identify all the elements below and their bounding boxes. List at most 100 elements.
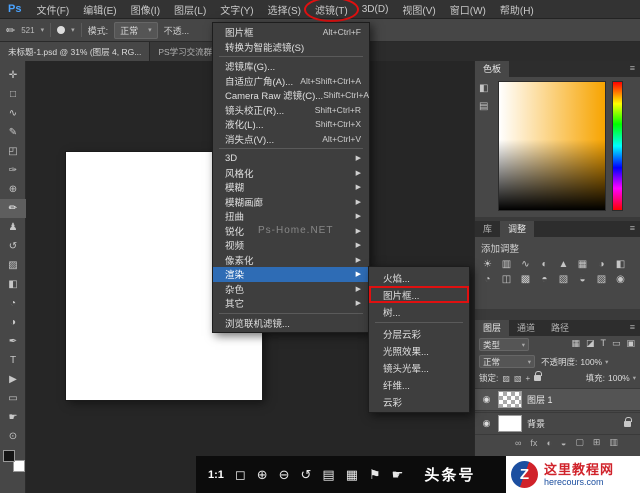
rotate-view-icon[interactable]: ↺ (301, 467, 312, 483)
tool-crop[interactable]: ◰ (0, 142, 26, 161)
filter-menu-item[interactable]: 浏览联机滤镜... (213, 316, 369, 331)
tool-path-select[interactable]: ▶ (0, 370, 26, 389)
mode-select[interactable]: 正常 ▾ (114, 22, 158, 39)
smart-filter-icon[interactable]: ▣ (626, 338, 635, 349)
filter-menu-item[interactable]: 液化(L)... Shift+Ctrl+X (213, 117, 369, 132)
zoom-out-icon[interactable]: ⊖ (279, 467, 290, 483)
adjustment-icon[interactable]: ▩ (516, 272, 535, 287)
layer-mask-icon[interactable]: ◐ (546, 438, 551, 448)
layer-row-layer1[interactable]: ◉ 图层 1 (475, 388, 640, 411)
render-submenu-item[interactable]: 纤维... (369, 376, 469, 393)
layer-thumbnail[interactable] (498, 415, 522, 432)
adjustment-icon[interactable]: ☀ (478, 257, 497, 272)
tool-brush[interactable]: ✏ (0, 199, 26, 218)
adjustment-icon[interactable]: ◐ (535, 257, 554, 272)
document-tab-active[interactable]: 未标题-1.psd @ 31% (图层 4, RG... (0, 42, 150, 61)
adjustment-icon[interactable]: ▥ (497, 257, 516, 272)
menubar-item-image[interactable]: 图像(I) (124, 0, 167, 19)
adjustment-icon[interactable]: ▲ (554, 257, 573, 272)
brush-tip-icon[interactable] (57, 26, 65, 34)
tool-eyedropper[interactable]: ✑ (0, 161, 26, 180)
filter-menu-item[interactable]: 风格化 ▶ (213, 166, 369, 181)
zoom-ratio-label[interactable]: 1:1 (208, 469, 224, 481)
filter-menu-item-last-filter[interactable]: 图片框 Alt+Ctrl+F (213, 25, 369, 40)
render-submenu-item[interactable]: 火焰... (369, 269, 469, 286)
tab-layers[interactable]: 图层 (475, 320, 509, 336)
adjustment-icon[interactable]: ◧ (611, 257, 630, 272)
fill-control[interactable]: 填充: 100% ▾ (586, 372, 636, 384)
layer-effects-icon[interactable]: fx (530, 438, 537, 448)
layer-filter-select[interactable]: 类型 ▾ (479, 338, 529, 351)
adjustment-layer-icon[interactable]: ◒ (561, 438, 566, 448)
tool-pen[interactable]: ✒ (0, 332, 26, 351)
filter-menu-item[interactable]: 转换为智能滤镜(S) (213, 40, 369, 55)
adjustment-icon[interactable]: ▦ (573, 257, 592, 272)
render-submenu-item[interactable]: 光照效果... (369, 342, 469, 359)
menubar-item-help[interactable]: 帮助(H) (493, 0, 541, 19)
type-filter-icon[interactable]: T (600, 338, 606, 349)
layer-group-icon[interactable]: ▢ (575, 437, 584, 448)
tool-gradient[interactable]: ◧ (0, 275, 26, 294)
layer-thumbnail[interactable] (498, 391, 522, 408)
layer-row-background[interactable]: ◉ 背景 (475, 412, 640, 435)
filter-menu-item[interactable]: 模糊 ▶ (213, 180, 369, 195)
menubar-item-layer[interactable]: 图层(L) (167, 0, 213, 19)
tab-channels[interactable]: 通道 (509, 320, 543, 336)
brush-preset-icon[interactable]: ✏ (6, 24, 15, 37)
filter-menu-item[interactable]: Camera Raw 滤镜(C)... Shift+Ctrl+A (213, 88, 369, 103)
filter-menu-item[interactable]: 镜头校正(R)... Shift+Ctrl+R (213, 103, 369, 118)
zoom-in-icon[interactable]: ⊕ (257, 467, 268, 483)
tool-blur[interactable]: ◔ (0, 294, 26, 313)
hand-icon[interactable]: ☛ (392, 467, 404, 483)
tool-history-brush[interactable]: ↺ (0, 237, 26, 256)
filter-menu-item[interactable]: 模糊画廊 ▶ (213, 195, 369, 210)
filter-menu-item-render[interactable]: 渲染 ▶ (213, 267, 369, 282)
menubar-item-select[interactable]: 选择(S) (261, 0, 308, 19)
menubar-item-filter[interactable]: 滤镜(T) (308, 0, 355, 19)
menubar-item-window[interactable]: 窗口(W) (443, 0, 493, 19)
adjustment-icon[interactable]: ▧ (554, 272, 573, 287)
filter-menu-item[interactable]: 扭曲 ▶ (213, 209, 369, 224)
tool-shape[interactable]: ▭ (0, 389, 26, 408)
new-layer-icon[interactable]: ⊞ (593, 437, 601, 448)
render-submenu-item[interactable]: 树... (369, 303, 469, 320)
adjustment-filter-icon[interactable]: ◪ (586, 338, 595, 349)
chevron-down-icon[interactable]: ▾ (41, 26, 45, 34)
adjustment-icon[interactable]: ◒ (573, 272, 592, 287)
lock-transparency-icon[interactable]: ▨ (502, 374, 510, 383)
filter-menu-item[interactable]: 自适应广角(A)... Alt+Shift+Ctrl+A (213, 74, 369, 89)
panel-menu-icon[interactable]: ≡ (630, 61, 640, 77)
filter-menu-item[interactable]: 滤镜库(G)... (213, 59, 369, 74)
chevron-down-icon[interactable]: ▾ (71, 26, 75, 34)
panel-menu-icon[interactable]: ≡ (630, 221, 640, 237)
color-sliders-icon[interactable]: ▤ (479, 101, 488, 112)
render-submenu-item[interactable]: 云彩 (369, 393, 469, 410)
adjustment-icon[interactable]: ◔ (478, 272, 497, 287)
fit-screen-icon[interactable]: ◻ (235, 467, 246, 483)
hue-slider[interactable] (612, 81, 623, 211)
tab-adjustments[interactable]: 调整 (500, 221, 534, 237)
lock-all-icon[interactable] (534, 375, 541, 381)
tool-hand[interactable]: ☛ (0, 408, 26, 427)
adjustment-icon[interactable]: ◉ (611, 272, 630, 287)
save-icon[interactable]: ▤ (322, 467, 334, 483)
adjustment-icon[interactable]: ◓ (535, 272, 554, 287)
filter-menu-item[interactable]: 视频 ▶ (213, 238, 369, 253)
grid-icon[interactable]: ▦ (346, 467, 358, 483)
tab-paths[interactable]: 路径 (543, 320, 577, 336)
tool-eraser[interactable]: ▨ (0, 256, 26, 275)
render-submenu-item[interactable]: 分层云彩 (369, 325, 469, 342)
tool-marquee[interactable]: □ (0, 85, 26, 104)
adjustment-icon[interactable]: ▨ (592, 272, 611, 287)
tool-dodge[interactable]: ◑ (0, 313, 26, 332)
color-cube-icon[interactable]: ◧ (479, 83, 488, 94)
lock-pixels-icon[interactable]: ▧ (514, 374, 522, 383)
menubar-item-view[interactable]: 视图(V) (395, 0, 442, 19)
tool-move[interactable]: ✛ (0, 66, 26, 85)
color-field[interactable] (498, 81, 606, 211)
blend-mode-select[interactable]: 正常 ▾ (479, 355, 535, 368)
tool-clone-stamp[interactable]: ♟ (0, 218, 26, 237)
tool-healing[interactable]: ⊕ (0, 180, 26, 199)
pixel-filter-icon[interactable]: ▦ (571, 338, 580, 349)
panel-menu-icon[interactable]: ≡ (630, 320, 640, 336)
